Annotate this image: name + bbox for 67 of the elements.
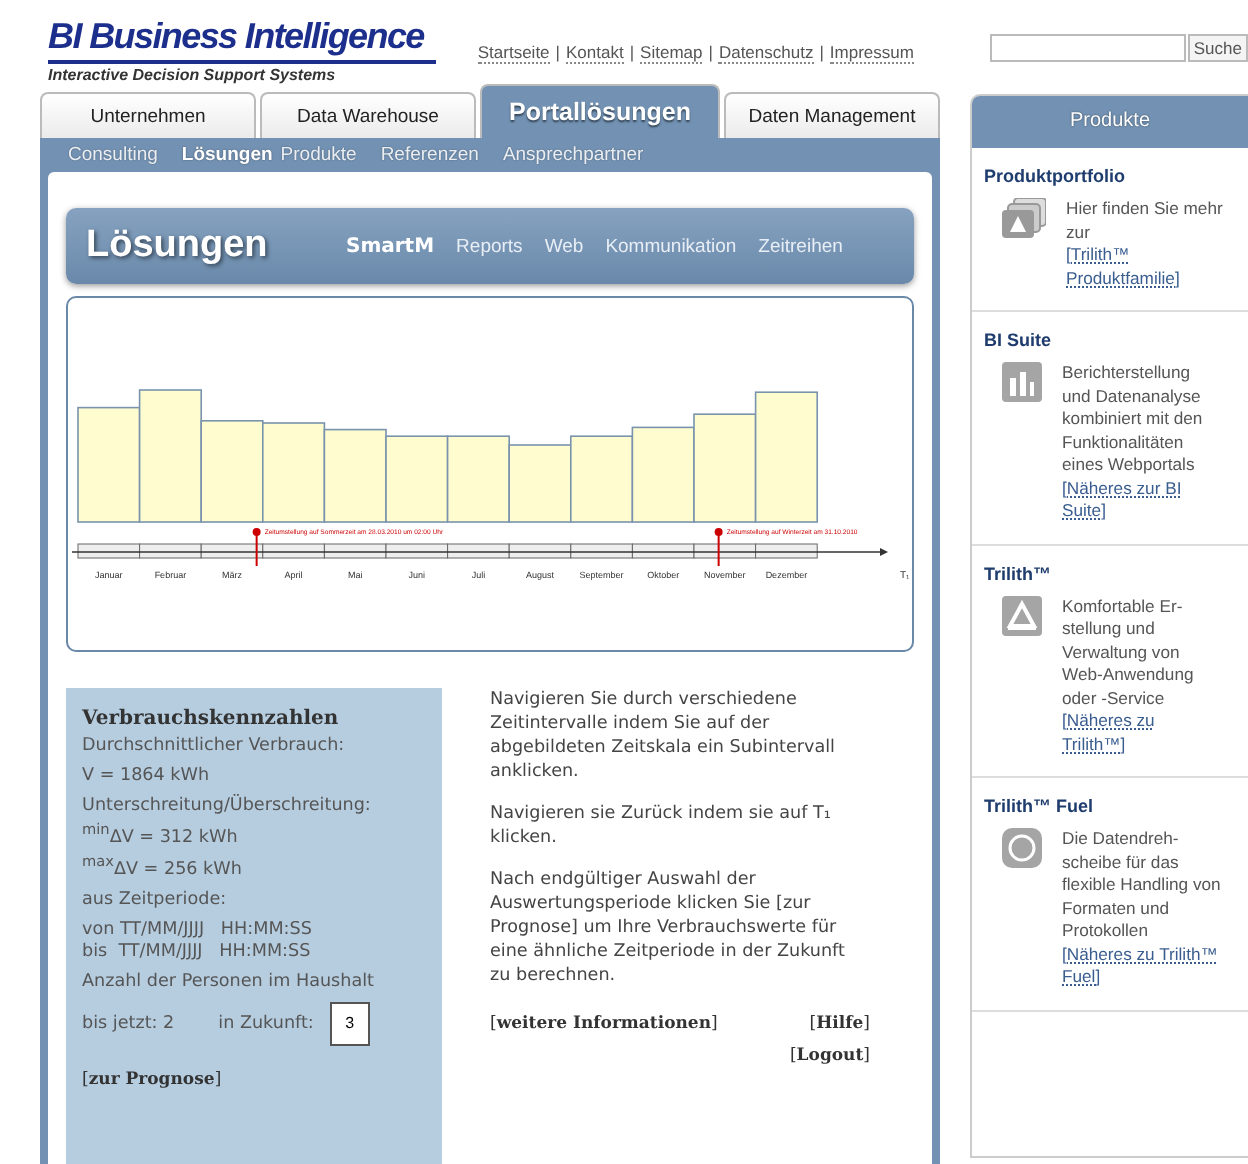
- nav-tab[interactable]: Unternehmen: [40, 92, 256, 138]
- consumption-bar[interactable]: [693, 413, 757, 523]
- help-link[interactable]: [Hilfe]: [809, 1014, 870, 1034]
- stat-text: V = 1864 kWh: [82, 766, 212, 788]
- stat-text: bis jetzt: 2: [82, 1013, 175, 1034]
- product-heading: BI Suite: [984, 330, 1054, 350]
- logo-subtitle: Interactive Decision Support Systems: [48, 66, 338, 84]
- consumption-bar[interactable]: [385, 435, 449, 523]
- consumption-bar[interactable]: [200, 420, 264, 523]
- top-link[interactable]: Impressum: [829, 42, 914, 64]
- section-title: Lösungen: [86, 224, 270, 268]
- consumption-bar[interactable]: [323, 428, 387, 523]
- consumption-bar[interactable]: [631, 426, 695, 523]
- stacked-pages-icon: [1002, 198, 1046, 238]
- link-separator: |: [629, 42, 635, 64]
- product-link[interactable]: [Näheres zu Trilith™]: [1062, 710, 1222, 756]
- sidebar-title: Produkte: [972, 96, 1248, 148]
- search-field[interactable]: [989, 34, 1186, 62]
- stat-text: in Zukunft:: [218, 1013, 314, 1034]
- top-link[interactable]: Sitemap: [640, 42, 703, 64]
- stat-text: aus Zeitperiode:: [82, 889, 229, 912]
- logo-title[interactable]: BI Business Intelligence: [48, 16, 436, 64]
- logout-link[interactable]: [Logout]: [789, 1046, 870, 1066]
- product-heading: Trilith™ Fuel: [984, 796, 1096, 816]
- disc-icon: [1002, 828, 1042, 868]
- top-link[interactable]: Datenschutz: [718, 42, 814, 64]
- bar-chart-icon: [1002, 362, 1042, 402]
- help-paragraph: Navigieren Sie durch verschiedene Zeitintervalle indem Sie auf der abgebildeten Zeitskala ein Subintervall anklicken.: [490, 688, 838, 784]
- nav-tab[interactable]: Daten Management: [724, 92, 940, 138]
- consumption-bar[interactable]: [446, 435, 510, 523]
- stat-text: $^{min}$ΔV = 312 kWh: [82, 818, 240, 850]
- consumption-bar[interactable]: [508, 444, 572, 523]
- product-description: Die Datendreh-scheibe für das flexible Handling von Formaten und Protokollen: [1062, 828, 1221, 940]
- consumption-bar[interactable]: [138, 389, 202, 523]
- consumption-bar[interactable]: [77, 406, 141, 523]
- stat-text: Durchschnittlicher Verbrauch:: [82, 736, 347, 758]
- consumption-bar[interactable]: [754, 391, 818, 523]
- top-link[interactable]: Startseite: [477, 42, 550, 64]
- product-link[interactable]: [Trilith™ Produktfamilie]: [1066, 244, 1226, 290]
- more-info-link[interactable]: [weitere Informationen]: [490, 1014, 718, 1034]
- product-heading: Produktportfolio: [984, 166, 1127, 186]
- time-change-marker: [714, 528, 723, 567]
- stat-text: bis TT/MM/JJJJ HH:MM:SS: [82, 941, 313, 964]
- link-separator: |: [708, 42, 713, 64]
- nav-tab[interactable]: Data Warehouse: [260, 92, 476, 138]
- time-change-marker: [252, 528, 261, 567]
- top-link[interactable]: Kontakt: [566, 42, 624, 64]
- product-description: Hier finden Sie mehr zur: [1066, 198, 1223, 241]
- product-description: Berichterstellung und Datenanalyse kombiniert mit den Funktionalitäten eines Webportals: [1062, 362, 1203, 474]
- link-separator: |: [555, 42, 560, 64]
- product-link[interactable]: [Näheres zu Trilith™ Fuel]: [1062, 943, 1222, 989]
- stats-title: Verbrauchskennzahlen: [82, 708, 341, 730]
- stat-text: Unterschreitung/Überschreitung:: [82, 796, 373, 818]
- product-description: Komfortable Er-stellung und Verwaltung von Web-Anwendung oder -Service: [1062, 595, 1194, 707]
- product-link[interactable]: [Näheres zur BI Suite]: [1062, 477, 1222, 523]
- help-paragraph: Nach endgültiger Auswahl der Auswertungsperiode klicken Sie [zur Prognose] um Ihre Verbrauchswerte für eine ähnliche Zeitperiode in der Zukunft zu berechnen.: [490, 868, 847, 988]
- link-separator: |: [819, 42, 824, 64]
- persons-field[interactable]: 3: [329, 1001, 370, 1046]
- forecast-link[interactable]: [zur Prognose]: [82, 1069, 442, 1090]
- stat-text: Anzahl der Personen im Haushalt: [82, 971, 377, 994]
- product-heading: Trilith™: [984, 563, 1053, 583]
- stat-text: $^{max}$ΔV = 256 kWh: [82, 849, 244, 882]
- consumption-bar[interactable]: [570, 435, 634, 523]
- search-button[interactable]: Suche: [1187, 34, 1248, 62]
- stat-text: von TT/MM/JJJJ HH:MM:SS: [82, 919, 314, 942]
- help-paragraph: Navigieren sie Zurück indem sie auf T₁ klicken.: [490, 802, 833, 850]
- consumption-bar[interactable]: [262, 422, 326, 523]
